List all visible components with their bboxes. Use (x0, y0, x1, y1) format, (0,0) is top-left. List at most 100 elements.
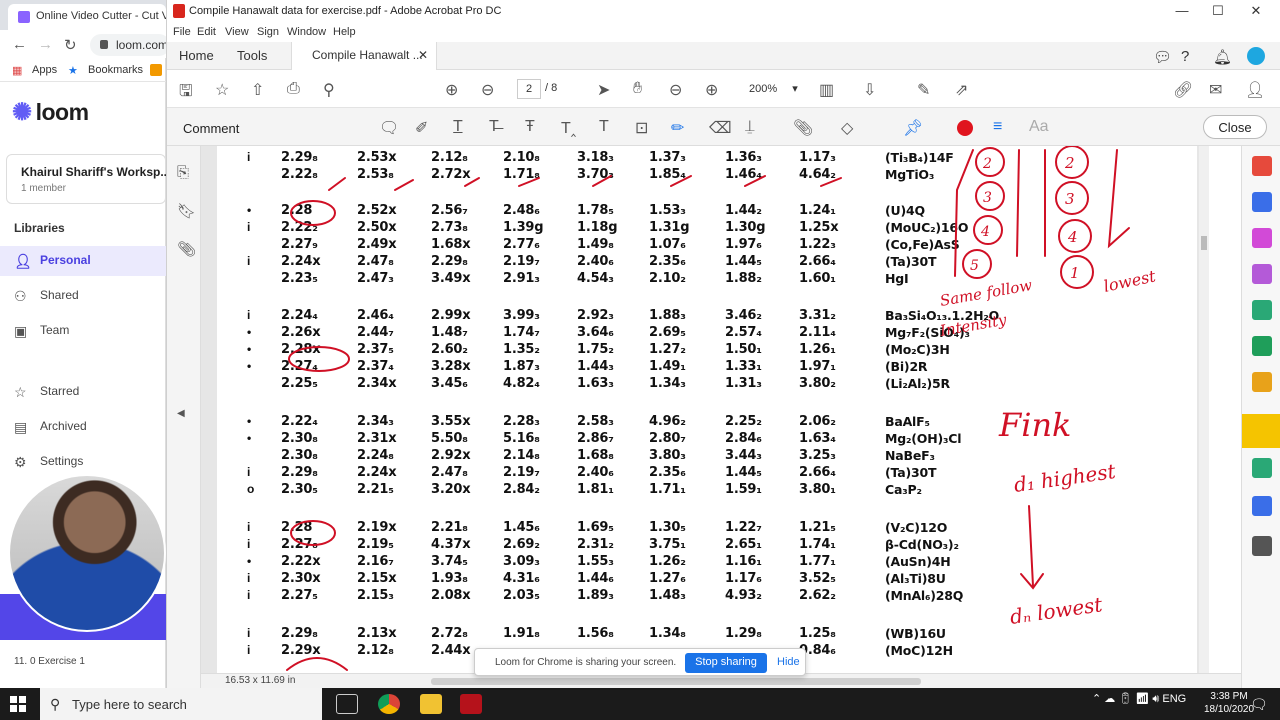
fill-sign-icon[interactable]: ✎ (917, 80, 930, 100)
back-arrow-icon[interactable]: ← (12, 36, 27, 53)
bookmark-panel-icon[interactable]: 🔖︎ (177, 202, 196, 220)
close-tab-icon[interactable]: ✕ (418, 48, 428, 62)
tab-document[interactable]: Compile Hanawalt ... ✕ (291, 42, 437, 70)
scrollbar-thumb[interactable] (1201, 236, 1207, 250)
mail-icon[interactable]: ✉ (1209, 80, 1222, 100)
add-user-icon[interactable]: 👤︎ (1245, 80, 1265, 100)
language-indicator[interactable]: ENG (1162, 693, 1186, 705)
nav-settings[interactable]: ⚙ Settings (0, 447, 166, 477)
create-pdf-icon[interactable] (1252, 156, 1272, 176)
maximize-icon[interactable]: ☐ (1203, 3, 1233, 19)
page-thumbnails-icon[interactable]: ⎘ (177, 164, 189, 181)
file-explorer-icon[interactable] (420, 694, 442, 714)
bookmark-folder-icon[interactable] (150, 64, 162, 76)
bell-icon[interactable]: 🔔︎ (1213, 48, 1232, 66)
insert-text-icon[interactable]: T‸ (561, 118, 576, 138)
eraser-icon[interactable]: ⌫ (709, 118, 732, 138)
save-icon[interactable]: 🖫 (179, 80, 193, 107)
horizontal-scroll-thumb[interactable] (431, 678, 921, 685)
windows-start-icon[interactable] (10, 696, 26, 712)
stop-sharing-button[interactable]: Stop sharing (685, 653, 767, 673)
attach-file-icon[interactable]: 📎︎ (793, 118, 813, 138)
nav-team[interactable]: ▣ Team (0, 316, 166, 346)
vertical-scrollbar[interactable] (1199, 146, 1209, 673)
nav-starred[interactable]: ☆ Starred (0, 377, 166, 407)
stamp-icon[interactable]: ⍊ (745, 118, 755, 136)
chrome-icon[interactable] (378, 694, 400, 714)
reload-icon[interactable]: ↻ (64, 36, 77, 54)
shapes-icon[interactable]: ◇ (841, 118, 853, 138)
star-icon[interactable]: ☆ (215, 80, 229, 100)
close-comment-button[interactable]: Close (1203, 115, 1267, 139)
text-box-icon[interactable]: ⊡ (635, 118, 648, 138)
tab-home[interactable]: Home (179, 48, 214, 63)
menu-window[interactable]: Window (287, 26, 326, 38)
organize-pages-icon[interactable] (1252, 228, 1272, 248)
replace-text-icon[interactable]: Ŧ (525, 118, 535, 136)
upload-icon[interactable]: ⇧ (251, 80, 264, 100)
notifications-icon[interactable]: 🗨︎ (1250, 696, 1268, 713)
font-size-icon[interactable]: Aa (1029, 118, 1049, 136)
zoom-out-icon[interactable]: ⊖ (669, 80, 682, 100)
workspace-switcher[interactable]: Khairul Shariff's Worksp... 1 member (6, 154, 170, 204)
close-window-icon[interactable]: ✕ (1241, 3, 1271, 19)
menu-view[interactable]: View (225, 26, 249, 38)
help-icon[interactable]: ? (1181, 48, 1189, 65)
highlight-icon[interactable]: ✐ (415, 118, 428, 138)
scan-icon[interactable] (1252, 372, 1272, 392)
collapse-left-icon[interactable]: ◀ (177, 408, 185, 419)
webcam-bubble[interactable] (8, 474, 166, 632)
browser-tab[interactable]: Online Video Cutter - Cut Vid (8, 4, 166, 30)
select-cursor-icon[interactable]: ➤ (597, 80, 610, 100)
tab-tools[interactable]: Tools (237, 48, 267, 63)
line-thickness-icon[interactable]: ≡ (993, 118, 1002, 136)
acrobat-taskbar-icon[interactable] (460, 694, 482, 714)
export-pdf-icon[interactable] (1252, 300, 1272, 320)
color-picker-red[interactable] (957, 120, 973, 136)
page-number-input[interactable]: 2 (517, 79, 541, 99)
bookmark-apps[interactable]: Apps (32, 64, 57, 76)
nav-archived[interactable]: ▤ Archived (0, 412, 166, 442)
pin-icon[interactable]: 📌︎ (903, 118, 923, 138)
forward-arrow-icon[interactable]: → (38, 36, 53, 53)
zoom-in-icon[interactable]: ⊕ (705, 80, 718, 100)
edit-pdf-icon[interactable] (1252, 264, 1272, 284)
add-text-icon[interactable]: T (599, 118, 609, 136)
nav-personal[interactable]: 👤︎ Personal (0, 246, 166, 276)
underline-text-icon[interactable]: T̲ (453, 118, 463, 136)
minimize-icon[interactable]: — (1167, 3, 1197, 18)
draw-pencil-icon[interactable]: ✏ (671, 118, 684, 138)
menu-sign[interactable]: Sign (257, 26, 279, 38)
taskbar-search[interactable]: ⚲ Type here to search (40, 688, 322, 720)
taskbar-clock[interactable]: 3:38 PM 18/10/2020 (1204, 690, 1254, 716)
address-bar[interactable]: loom.com (90, 34, 170, 56)
menu-file[interactable]: File (173, 26, 191, 38)
nav-shared[interactable]: ⚇ Shared (0, 281, 166, 311)
protect-icon[interactable] (1252, 496, 1272, 516)
search-icon[interactable]: ⚲ (323, 80, 335, 100)
sticky-note-icon[interactable]: 🗨︎ (379, 118, 399, 138)
avatar[interactable] (1247, 47, 1265, 65)
excel-export-icon[interactable] (1252, 336, 1272, 356)
menu-help[interactable]: Help (333, 26, 356, 38)
combine-files-icon[interactable] (1252, 192, 1272, 212)
print-icon[interactable]: ⎙ (287, 80, 300, 98)
link-icon[interactable]: 🔗︎ (1173, 80, 1193, 100)
document-viewport[interactable]: i 2.29₈ 2.53x 2.12₈ 2.10₈ 3.18₃ 1.37₃ 1.36₃ 1.17… (201, 146, 1209, 673)
zoom-select[interactable]: 200% ▾ (739, 79, 801, 99)
loom-logo[interactable]: ✺ loom (12, 98, 89, 127)
attachments-icon[interactable]: 📎︎ (177, 240, 196, 258)
sidebar-video-item[interactable]: 11. 0 Exercise 1 (14, 656, 85, 667)
comment-tool-icon[interactable] (1242, 414, 1280, 448)
menu-edit[interactable]: Edit (197, 26, 216, 38)
share-tool-icon[interactable]: ⇗ (955, 80, 968, 100)
hand-tool-icon[interactable]: ✋︎ (633, 80, 642, 98)
print-production-icon[interactable] (1252, 458, 1272, 478)
chat-icon[interactable]: 💬︎ (1153, 48, 1172, 66)
scroll-mode-icon[interactable]: ⇩ (863, 80, 876, 100)
page-display-icon[interactable]: ▥ (819, 80, 834, 100)
strikethrough-icon[interactable]: T̶ (489, 118, 499, 136)
bookmark-bookmarks[interactable]: Bookmarks (88, 64, 143, 76)
prev-page-icon[interactable]: ⊕ (445, 80, 458, 100)
hide-banner-link[interactable]: Hide (777, 656, 800, 668)
